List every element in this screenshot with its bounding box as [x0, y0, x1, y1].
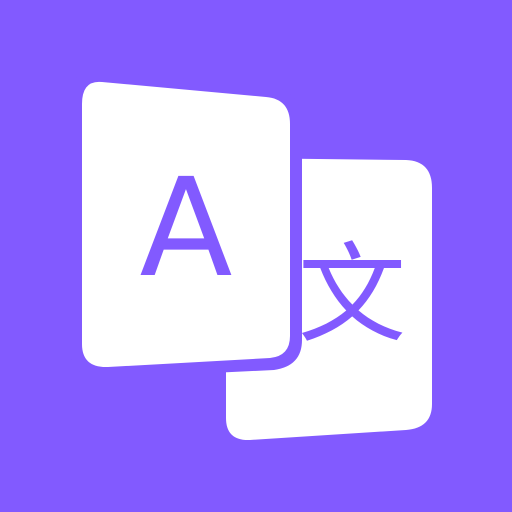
latin-letter-a: A: [139, 150, 232, 308]
translate-app-icon: A 文: [0, 0, 512, 512]
cjk-character-wen: 文: [298, 233, 406, 358]
